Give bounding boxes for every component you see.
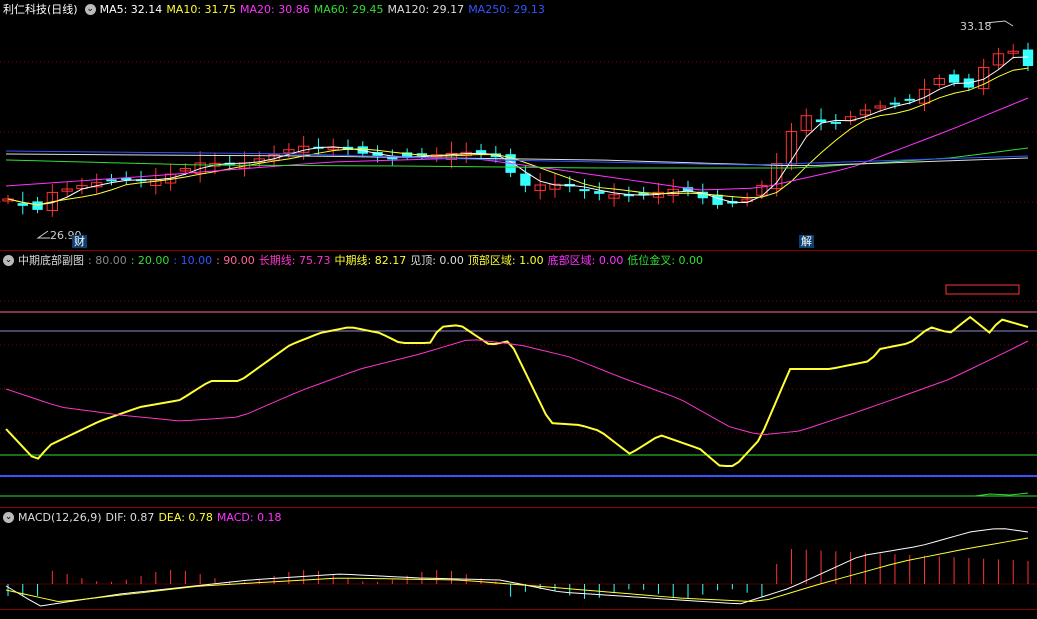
top-signal-value: 见顶: 0.00 [410,254,464,267]
high-price-label: 33.18 [960,20,992,33]
level-20-value: : 20.00 [130,253,170,267]
price-panel-header: 利仁科技(日线) ⌄ MA5: 32.14 MA10: 31.75 MA20: … [0,0,1037,18]
top-zone-value: 顶部区域: 1.00 [467,254,544,267]
level-80-value: : 80.00 [88,253,127,267]
dif-line [5,528,1029,607]
macd-value: MACD: 0.18 [216,510,282,524]
dea-value: DEA: 0.78 [158,510,213,524]
ma20-value: MA20: 30.86 [240,2,310,16]
collapse-toggle-icon[interactable]: ⌄ [84,3,96,15]
candle-down [889,102,901,105]
top-zone-box [945,284,1020,295]
bottom-zone-value: 底部区域: 0.00 [547,254,624,267]
candle-down [815,119,827,123]
indicator-toggle-icon[interactable]: ⌄ [3,254,14,266]
candle-down [1022,49,1034,66]
mid-line-value: 中期线: 82.17 [334,254,407,267]
candle-down [106,179,117,182]
level-10-value: : 10.00 [173,253,213,267]
candlestick-chart[interactable] [0,18,1037,250]
ma60-line [5,147,1029,169]
mid-line [5,315,1029,467]
candle-down [594,191,605,194]
macd-chart[interactable] [0,526,1037,609]
candle-down [579,189,590,192]
ma5-value: MA5: 32.14 [99,2,163,16]
indicator-header: ⌄ 中期底部副图 : 80.00 : 20.00 : 10.00 : 90.00… [0,251,1037,269]
ma60-value: MA60: 29.45 [313,2,384,16]
low-golden-cross-value: 低位金叉: 0.00 [627,254,704,267]
macd-panel[interactable]: ⌄ MACD(12,26,9) DIF: 0.87 DEA: 0.78 MACD… [0,508,1037,609]
candle-down [520,173,531,186]
unlock-marker-tag[interactable]: 解 [799,235,814,248]
indicator-title: 中期底部副图 [18,254,84,267]
candle-down [32,201,43,210]
ma10-value: MA10: 31.75 [166,2,237,16]
dif-value: DIF: 0.87 [105,510,155,524]
candle-down [830,121,841,124]
dea-line [5,537,1029,603]
finance-marker-tag[interactable]: 财 [72,235,87,248]
level-90-value: : 90.00 [216,253,255,267]
ma20-line [5,97,1029,191]
indicator-panel[interactable]: ⌄ 中期底部副图 : 80.00 : 20.00 : 10.00 : 90.00… [0,251,1037,507]
macd-header: ⌄ MACD(12,26,9) DIF: 0.87 DEA: 0.78 MACD… [0,508,1037,526]
ma120-value: MA120: 29.17 [387,2,465,16]
candle-down [904,98,915,101]
ma250-value: MA250: 29.13 [468,2,545,16]
macd-title: MACD(12,26,9) [18,510,102,524]
macd-toggle-icon[interactable]: ⌄ [3,511,14,523]
indicator-chart[interactable] [0,269,1037,507]
price-panel[interactable]: 利仁科技(日线) ⌄ MA5: 32.14 MA10: 31.75 MA20: … [0,0,1037,250]
stock-title: 利仁科技(日线) [3,3,78,16]
long-line-value: 长期线: 75.73 [258,254,331,267]
candle-down [712,194,723,205]
low-pointer [36,230,50,239]
candle-down [948,74,960,83]
candle-down [17,203,28,206]
